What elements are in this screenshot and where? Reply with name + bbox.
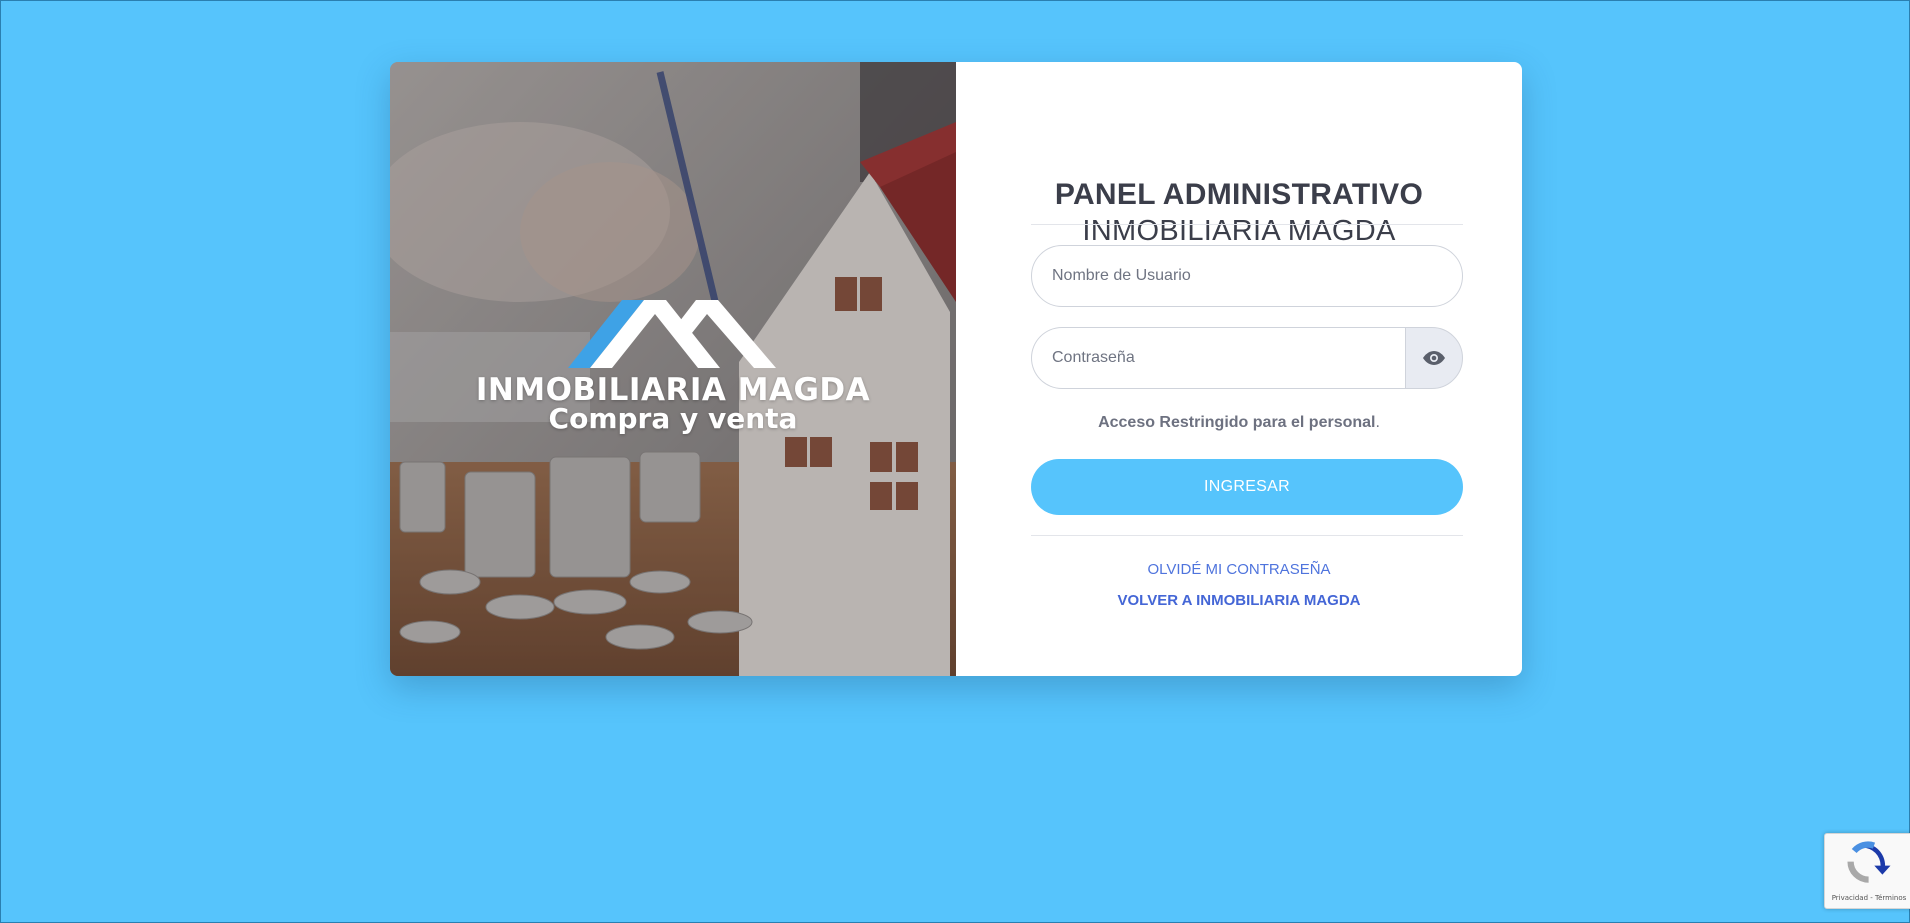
forgot-password-link[interactable]: OLVIDÉ MI CONTRASEÑA xyxy=(956,561,1522,578)
page-title: PANEL ADMINISTRATIVO xyxy=(1054,178,1424,211)
login-card: INMOBILIARIA MAGDA Compra y venta PANEL … xyxy=(390,62,1522,676)
roof-logo-icon xyxy=(568,300,776,368)
password-input[interactable] xyxy=(1031,327,1405,389)
logo-tagline: Compra y venta xyxy=(548,402,798,435)
recaptcha-badge[interactable]: Privacidad - Términos xyxy=(1824,833,1910,909)
login-submit-button[interactable]: INGRESAR xyxy=(1031,459,1463,515)
username-input[interactable] xyxy=(1031,245,1463,307)
restricted-text: Acceso Restringido para el personal xyxy=(1098,414,1376,431)
login-panel: PANEL ADMINISTRATIVO INMOBILIARIA MAGDA … xyxy=(956,62,1522,676)
divider-bottom xyxy=(1031,535,1463,536)
back-to-site-link[interactable]: VOLVER A INMOBILIARIA MAGDA xyxy=(956,592,1522,609)
restricted-access-note: Acceso Restringido para el personal. xyxy=(956,414,1522,432)
brand-logo: INMOBILIARIA MAGDA Compra y venta xyxy=(390,294,956,434)
recaptcha-icon xyxy=(1847,841,1891,883)
hero-image: INMOBILIARIA MAGDA Compra y venta xyxy=(390,62,956,676)
eye-icon xyxy=(1423,351,1445,365)
toggle-password-visibility-button[interactable] xyxy=(1405,327,1463,389)
page-subtitle: INMOBILIARIA MAGDA xyxy=(1082,215,1396,247)
divider-top xyxy=(1031,224,1463,225)
recaptcha-terms[interactable]: Privacidad - Términos xyxy=(1825,894,1910,902)
restricted-period: . xyxy=(1375,414,1380,431)
